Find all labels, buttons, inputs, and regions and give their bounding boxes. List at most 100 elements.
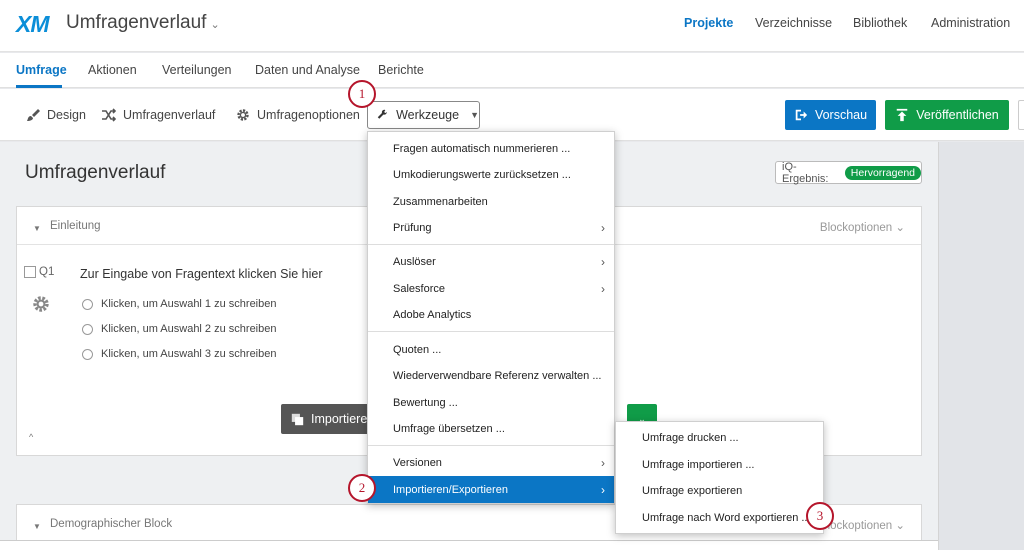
menu-item-reusable-reference[interactable]: Wiederverwendbare Referenz verwalten ... <box>368 362 614 389</box>
menu-item-label: Bewertung ... <box>393 396 458 409</box>
menu-divider <box>368 244 614 245</box>
block-title: Demographischer Block <box>50 518 173 530</box>
step-marker-3: 3 <box>806 502 834 530</box>
project-title-dropdown[interactable]: Umfragenverlauf ⌄ <box>66 12 220 34</box>
menu-item-label: Umkodierungswerte zurücksetzen ... <box>393 168 571 181</box>
menu-item-quotas[interactable]: Quoten ... <box>368 336 614 363</box>
menu-item-auto-number[interactable]: Fragen automatisch nummerieren ... <box>368 135 614 162</box>
block-options-button[interactable]: Blockoptionen ⌄ <box>820 220 905 234</box>
menu-item-scoring[interactable]: Bewertung ... <box>368 389 614 416</box>
project-title: Umfragenverlauf <box>66 12 207 33</box>
iq-badge: Hervorragend <box>844 165 921 180</box>
brush-icon <box>27 109 40 121</box>
step-marker-2: 2 <box>348 474 376 502</box>
choice-label: Klicken, um Auswahl 2 zu schreiben <box>101 323 277 335</box>
menu-item-triggers[interactable]: Auslöser › <box>368 248 614 275</box>
collapse-triangle-icon[interactable]: ▼ <box>33 522 41 531</box>
tools-menu: Fragen automatisch nummerieren ... Umkod… <box>367 131 615 504</box>
menu-item-adobe-analytics[interactable]: Adobe Analytics <box>368 301 614 328</box>
chevron-right-icon: › <box>601 281 605 296</box>
menu-item-label: Quoten ... <box>393 343 442 356</box>
bottom-bar <box>0 540 938 550</box>
menu-item-label: Wiederverwendbare Referenz verwalten ... <box>393 369 602 382</box>
choice-label: Klicken, um Auswahl 3 zu schreiben <box>101 348 277 360</box>
preview-button[interactable]: Vorschau <box>785 100 876 130</box>
choice-item[interactable]: Klicken, um Auswahl 1 zu schreiben <box>82 298 276 310</box>
submenu-item-import[interactable]: Umfrage importieren ... <box>642 459 754 471</box>
survey-options-button[interactable]: Umfragenoptionen <box>235 107 360 123</box>
more-button[interactable] <box>1018 100 1024 130</box>
gear-icon[interactable] <box>31 294 51 314</box>
survey-flow-button[interactable]: Umfragenverlauf <box>101 107 215 123</box>
iq-score[interactable]: iQ-Ergebnis: Hervorragend <box>775 161 922 185</box>
radio-button[interactable] <box>82 298 93 310</box>
import-questions-button[interactable]: Importiere <box>281 404 369 434</box>
menu-item-label: Adobe Analytics <box>393 308 472 321</box>
choice-item[interactable]: Klicken, um Auswahl 2 zu schreiben <box>82 323 276 335</box>
menu-item-label: Auslöser <box>393 255 436 268</box>
collapse-triangle-icon[interactable]: ▼ <box>33 224 41 233</box>
submenu-item-export[interactable]: Umfrage exportieren <box>642 485 742 497</box>
preview-label: Vorschau <box>814 108 868 122</box>
page-title: Umfragenverlauf <box>25 162 166 183</box>
radio-button[interactable] <box>82 348 93 360</box>
chevron-up-icon[interactable]: ^ <box>29 432 33 442</box>
publish-icon <box>897 108 908 122</box>
menu-item-label: Salesforce <box>393 282 445 295</box>
chevron-down-icon: ⌄ <box>210 19 220 31</box>
nav-bibliothek[interactable]: Bibliothek <box>853 16 907 30</box>
preview-icon <box>795 109 808 121</box>
top-header: XM Umfragenverlauf ⌄ Projekte Verzeichnis… <box>0 0 1024 52</box>
question-text[interactable]: Zur Eingabe von Fragentext klicken Sie h… <box>80 267 323 281</box>
design-button[interactable]: Design <box>25 107 86 123</box>
gear-icon <box>237 109 249 121</box>
tab-umfrage[interactable]: Umfrage <box>16 63 67 77</box>
choice-item[interactable]: Klicken, um Auswahl 3 zu schreiben <box>82 348 276 360</box>
menu-item-check[interactable]: Prüfung › <box>368 214 614 241</box>
tab-daten-und-analyse[interactable]: Daten und Analyse <box>255 63 360 77</box>
shuffle-icon <box>102 108 117 122</box>
copy-icon <box>291 413 304 425</box>
survey-flow-label: Umfragenverlauf <box>123 108 216 122</box>
menu-item-collaborate[interactable]: Zusammenarbeiten <box>368 188 614 215</box>
menu-item-import-export[interactable]: Importieren/Exportieren › <box>368 476 614 503</box>
menu-item-label: Importieren/Exportieren <box>393 483 508 496</box>
question-checkbox[interactable] <box>24 266 36 278</box>
menu-item-label: Prüfung <box>393 221 432 234</box>
right-panel <box>938 142 1024 550</box>
menu-item-translate[interactable]: Umfrage übersetzen ... <box>368 415 614 442</box>
question-number: Q1 <box>39 266 55 278</box>
wrench-icon <box>377 109 387 119</box>
import-label: Importiere <box>311 412 368 426</box>
chevron-right-icon: › <box>601 220 605 235</box>
survey-options-label: Umfragenoptionen <box>257 108 360 122</box>
chevron-right-icon: › <box>601 254 605 269</box>
nav-verzeichnisse[interactable]: Verzeichnisse <box>755 16 832 30</box>
publish-button[interactable]: Veröffentlichen <box>885 100 1009 130</box>
menu-item-label: Fragen automatisch nummerieren ... <box>393 142 571 155</box>
nav-administration[interactable]: Administration <box>931 16 1010 30</box>
design-label: Design <box>47 108 86 122</box>
tools-label: Werkzeuge <box>396 108 460 122</box>
menu-item-label: Zusammenarbeiten <box>393 195 488 208</box>
menu-item-versions[interactable]: Versionen › <box>368 449 614 476</box>
active-tab-indicator <box>16 85 62 88</box>
submenu-item-print[interactable]: Umfrage drucken ... <box>642 432 739 444</box>
menu-divider <box>368 445 614 446</box>
xm-logo[interactable]: XM <box>16 11 49 38</box>
tab-berichte[interactable]: Berichte <box>378 63 424 77</box>
chevron-down-icon: ▼ <box>470 110 479 120</box>
tab-aktionen[interactable]: Aktionen <box>88 63 137 77</box>
menu-item-reset-recode[interactable]: Umkodierungswerte zurücksetzen ... <box>368 161 614 188</box>
radio-button[interactable] <box>82 323 93 335</box>
block-title: Einleitung <box>50 220 101 232</box>
menu-item-label: Versionen <box>393 456 442 469</box>
tools-dropdown-button[interactable]: Werkzeuge ▼ <box>367 101 480 129</box>
menu-item-salesforce[interactable]: Salesforce › <box>368 275 614 302</box>
nav-projekte[interactable]: Projekte <box>684 16 733 30</box>
chevron-right-icon: › <box>601 455 605 470</box>
block-options-label: Blockoptionen <box>819 222 893 234</box>
step-marker-1: 1 <box>348 80 376 108</box>
submenu-item-export-word[interactable]: Umfrage nach Word exportieren ... <box>642 512 811 524</box>
tab-verteilungen[interactable]: Verteilungen <box>162 63 232 77</box>
